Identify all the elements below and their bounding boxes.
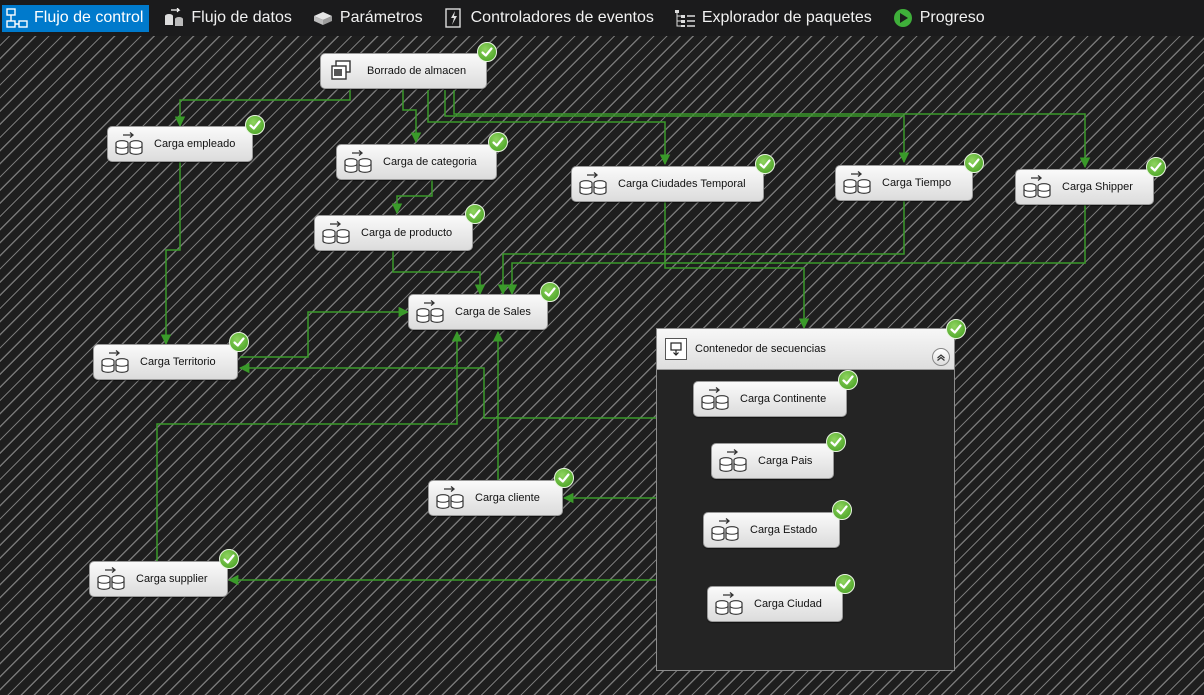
success-check-icon: [488, 132, 508, 152]
task-label: Carga Territorio: [140, 356, 216, 368]
tab-label: Flujo de control: [34, 9, 144, 26]
tab-label: Flujo de datos: [191, 9, 292, 26]
data-flow-task-icon: [1022, 175, 1054, 199]
tab-package-explorer[interactable]: Explorador de paquetes: [670, 5, 878, 32]
success-check-icon: [1146, 157, 1166, 177]
progress-icon: [892, 8, 914, 28]
data-flow-task-icon: [700, 387, 732, 411]
task-carga-de-sales[interactable]: Carga de Sales: [408, 294, 548, 330]
task-label: Carga de Sales: [455, 306, 531, 318]
data-flow-task-icon: [710, 518, 742, 542]
success-check-icon: [219, 549, 239, 569]
constraint-shipper-sales: [506, 205, 1086, 296]
task-carga-estado[interactable]: Carga Estado: [703, 512, 840, 548]
task-label: Carga Continente: [740, 393, 827, 405]
task-label: Carga de producto: [361, 227, 453, 239]
data-flow-task-icon: [578, 172, 610, 196]
task-carga-territorio[interactable]: Carga Territorio: [93, 344, 238, 380]
constraint-borrado-empleado: [174, 90, 351, 128]
task-label: Carga Estado: [750, 524, 818, 536]
task-carga-ciudad[interactable]: Carga Ciudad: [707, 586, 843, 622]
success-check-icon: [477, 42, 497, 62]
success-check-icon: [832, 500, 852, 520]
tab-data-flow[interactable]: Flujo de datos: [159, 5, 298, 32]
tab-label: Progreso: [919, 9, 985, 26]
task-label: Carga de categoria: [383, 156, 477, 168]
task-borrado-de-almacen[interactable]: Borrado de almacen: [320, 53, 487, 89]
data-flow-task-icon: [714, 592, 746, 616]
data-flow-task-icon: [718, 449, 750, 473]
task-label: Carga Tiempo: [882, 177, 952, 189]
data-flow-task-icon: [435, 486, 467, 510]
data-flow-task-icon: [842, 171, 874, 195]
data-flow-task-icon: [321, 221, 353, 245]
sequence-container-icon: [665, 338, 687, 360]
sequence-container-label: Contenedor de secuencias: [695, 343, 826, 355]
task-carga-pais[interactable]: Carga Pais: [711, 443, 834, 479]
sequence-container-header[interactable]: Contenedor de secuencias: [657, 329, 954, 370]
data-flow-task-icon: [415, 300, 447, 324]
success-check-icon: [245, 115, 265, 135]
constraint-categoria-producto: [391, 180, 433, 215]
control-flow-icon: [6, 8, 28, 28]
data-flow-task-icon: [114, 132, 146, 156]
constraint-empleado-territorio: [160, 162, 181, 346]
task-label: Carga empleado: [154, 138, 236, 150]
task-carga-de-categoria[interactable]: Carga de categoria: [336, 144, 497, 180]
success-check-icon: [964, 153, 984, 173]
task-carga-shipper[interactable]: Carga Shipper: [1015, 169, 1154, 205]
success-check-icon: [229, 332, 249, 352]
tab-label: Parámetros: [339, 9, 423, 26]
task-carga-tiempo[interactable]: Carga Tiempo: [835, 165, 973, 201]
constraint-container-territorio: [238, 362, 656, 419]
task-carga-de-producto[interactable]: Carga de producto: [314, 215, 473, 251]
task-label: Carga supplier: [136, 573, 208, 585]
success-check-icon: [554, 468, 574, 488]
task-label: Carga Pais: [758, 455, 813, 467]
constraint-territorio-sales: [240, 306, 410, 358]
success-check-icon: [540, 282, 560, 302]
designer-tab-bar: Flujo de control Flujo de datos Parámetr…: [0, 0, 1204, 36]
success-check-icon: [465, 204, 485, 224]
tab-event-handlers[interactable]: Controladores de eventos: [439, 5, 660, 32]
task-label: Carga Shipper: [1062, 181, 1133, 193]
constraint-producto-sales: [392, 251, 486, 296]
tab-label: Controladores de eventos: [470, 9, 654, 26]
collapse-chevron-icon[interactable]: [932, 348, 950, 366]
task-carga-empleado[interactable]: Carga empleado: [107, 126, 253, 162]
task-label: Carga Ciudades Temporal: [618, 178, 746, 190]
tab-control-flow[interactable]: Flujo de control: [2, 4, 150, 32]
success-check-icon: [838, 370, 858, 390]
parameters-icon: [312, 8, 334, 28]
data-flow-task-icon: [100, 350, 132, 374]
constraint-tiempo-sales: [497, 201, 905, 296]
success-check-icon: [755, 154, 775, 174]
package-explorer-icon: [674, 8, 696, 28]
task-label: Carga Ciudad: [754, 598, 822, 610]
constraint-borrado-categoria: [402, 90, 422, 144]
task-carga-cliente[interactable]: Carga cliente: [428, 480, 563, 516]
success-check-icon: [946, 319, 966, 339]
task-carga-ciudades-temporal[interactable]: Carga Ciudades Temporal: [571, 166, 764, 202]
constraint-ciudades-container: [664, 202, 810, 330]
task-carga-continente[interactable]: Carga Continente: [693, 381, 847, 417]
constraint-borrado-tiempo: [444, 90, 910, 164]
tab-label: Explorador de paquetes: [701, 9, 872, 26]
task-carga-supplier[interactable]: Carga supplier: [89, 561, 228, 597]
task-label: Carga cliente: [475, 492, 540, 504]
tab-parameters[interactable]: Parámetros: [308, 5, 429, 32]
data-flow-task-icon: [343, 150, 375, 174]
success-check-icon: [835, 574, 855, 594]
data-flow-task-icon: [96, 567, 128, 591]
tab-progress[interactable]: Progreso: [888, 5, 991, 32]
sql-task-icon: [327, 59, 359, 83]
success-check-icon: [826, 432, 846, 452]
event-handlers-icon: [443, 8, 465, 28]
data-flow-icon: [163, 8, 185, 28]
task-label: Borrado de almacen: [367, 65, 467, 77]
